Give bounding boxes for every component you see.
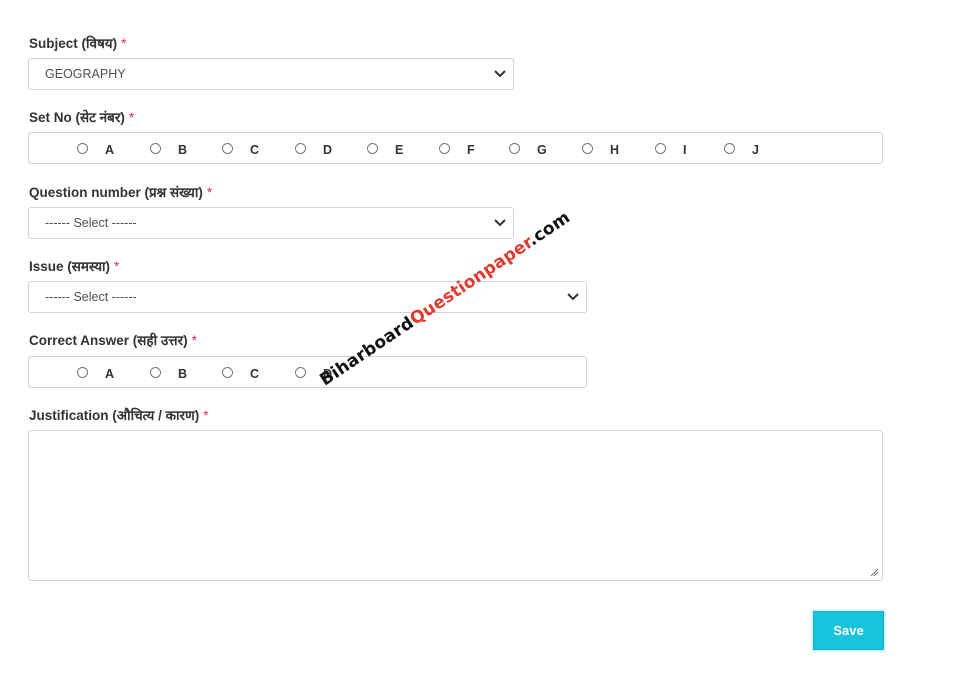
correct-answer-radio-group: A B C D [28, 356, 587, 388]
subject-label: Subject (विषय) * [29, 36, 127, 51]
radio-circle-icon[interactable] [509, 143, 520, 154]
issue-select[interactable]: ------ Select ------ [28, 281, 587, 313]
radio-circle-icon[interactable] [77, 367, 88, 378]
justification-label: Justification (औचित्य / कारण) * [29, 408, 209, 423]
issue-select-value: ------ Select ------ [45, 290, 137, 304]
chevron-down-icon [567, 293, 579, 301]
justification-textarea[interactable] [28, 430, 883, 581]
radio-circle-icon[interactable] [150, 367, 161, 378]
required-marker: * [191, 333, 197, 348]
chevron-down-icon [494, 219, 506, 227]
chevron-down-icon [494, 70, 506, 78]
subject-select[interactable]: GEOGRAPHY [28, 58, 514, 90]
radio-circle-icon[interactable] [439, 143, 450, 154]
required-marker: * [203, 408, 209, 423]
required-marker: * [121, 36, 127, 51]
radio-circle-icon[interactable] [150, 143, 161, 154]
issue-label: Issue (समस्या) * [29, 259, 120, 274]
required-marker: * [128, 110, 135, 125]
set-no-label: Set No (सेट नंबर) * [29, 110, 135, 125]
radio-circle-icon[interactable] [367, 143, 378, 154]
radio-circle-icon[interactable] [222, 367, 233, 378]
question-number-label: Question number (प्रश्न संख्या) * [29, 185, 213, 200]
radio-circle-icon[interactable] [655, 143, 666, 154]
question-number-select[interactable]: ------ Select ------ [28, 207, 514, 239]
radio-circle-icon[interactable] [724, 143, 735, 154]
set-no-radio-group: A B C D E F G H I J [28, 132, 883, 164]
required-marker: * [206, 185, 213, 200]
radio-circle-icon[interactable] [77, 143, 88, 154]
radio-circle-icon[interactable] [222, 143, 233, 154]
question-number-select-value: ------ Select ------ [45, 216, 137, 230]
required-marker: * [114, 259, 120, 274]
save-button[interactable]: Save [813, 611, 884, 650]
resize-handle-icon[interactable] [869, 567, 879, 577]
correct-answer-label: Correct Answer (सही उत्तर) * [29, 333, 197, 348]
radio-circle-icon[interactable] [582, 143, 593, 154]
subject-select-value: GEOGRAPHY [45, 67, 126, 81]
radio-circle-icon[interactable] [295, 143, 306, 154]
radio-circle-icon[interactable] [295, 367, 306, 378]
